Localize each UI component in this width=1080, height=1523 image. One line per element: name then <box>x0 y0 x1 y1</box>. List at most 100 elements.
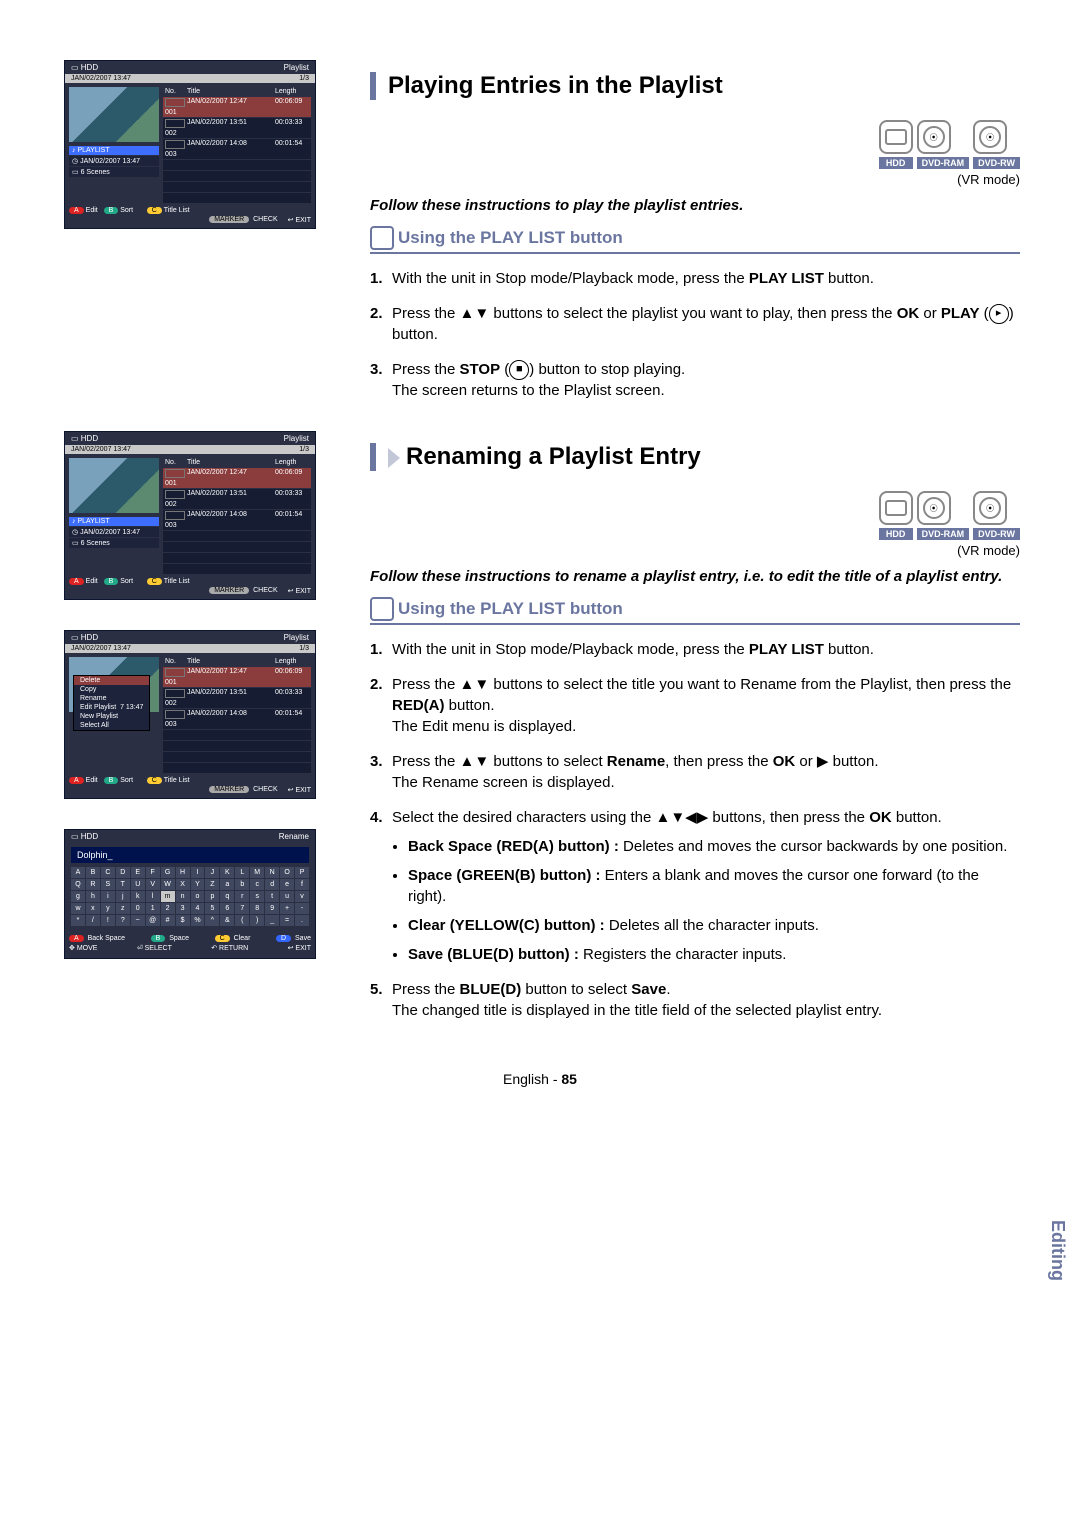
kb-key: ! <box>101 915 115 926</box>
kb-key: P <box>295 867 309 878</box>
vr-mode-note: (VR mode) <box>957 543 1020 558</box>
bullet: Save (BLUE(D) button) : Registers the ch… <box>408 944 1020 965</box>
dvd-rw-icon: ⦿ <box>973 120 1007 154</box>
kb-key: U <box>131 879 145 890</box>
kb-key: l <box>146 891 160 902</box>
kb-key: ? <box>116 915 130 926</box>
kb-key: f <box>295 879 309 890</box>
subsection-title: Using the PLAY LIST button <box>370 593 1020 625</box>
kb-key: ) <box>250 915 264 926</box>
kb-key: r <box>235 891 249 902</box>
osd-playlist-screen-1: ▭ HDD Playlist JAN/02/2007 13:47 1/3 ♪ P… <box>64 60 316 229</box>
kb-key: + <box>280 903 294 914</box>
kb-key: z <box>116 903 130 914</box>
kb-key: F <box>146 867 160 878</box>
kb-key: - <box>295 903 309 914</box>
ctx-item: New Playlist <box>74 712 149 721</box>
dvd-rw-icon: ⦿ <box>973 491 1007 525</box>
kb-key: _ <box>265 915 279 926</box>
osd-playlist-screen-2: ▭ HDD Playlist JAN/02/2007 13:471/3 ♪ PL… <box>64 431 316 600</box>
kb-key: D <box>116 867 130 878</box>
kb-key: p <box>205 891 219 902</box>
kb-key: d <box>265 879 279 890</box>
kb-key: x <box>86 903 100 914</box>
kb-key: * <box>71 915 85 926</box>
kb-key: . <box>295 915 309 926</box>
section-lead: Follow these instructions to play the pl… <box>370 197 1020 214</box>
ctx-item: Delete <box>74 676 149 685</box>
kb-key: 8 <box>250 903 264 914</box>
kb-key: H <box>176 867 190 878</box>
osd-playlist-contextmenu: ▭ HDD Playlist JAN/02/2007 13:471/3 ♪ PL… <box>64 630 316 799</box>
side-tab-editing: Editing <box>1047 1220 1068 1281</box>
kb-key: N <box>265 867 279 878</box>
dvd-ram-icon: ⦿ <box>917 491 951 525</box>
kb-key: h <box>86 891 100 902</box>
rename-label: Rename <box>279 832 309 841</box>
kb-key: T <box>116 879 130 890</box>
kb-key: 0 <box>131 903 145 914</box>
subsection-title: Using the PLAY LIST button <box>370 222 1020 254</box>
kb-key: e <box>280 879 294 890</box>
kb-key: X <box>176 879 190 890</box>
kb-key: = <box>280 915 294 926</box>
kb-key: w <box>71 903 85 914</box>
kb-key: % <box>191 915 205 926</box>
kb-key: M <box>250 867 264 878</box>
table-row: 001JAN/02/2007 12:4700:06:09 <box>163 97 311 117</box>
ctx-item: Edit Playlist 7 13:47 <box>74 703 149 712</box>
kb-key: k <box>131 891 145 902</box>
step: 4. Select the desired characters using t… <box>370 807 1020 965</box>
osd-hdd: HDD <box>81 63 98 72</box>
kb-key: J <box>205 867 219 878</box>
kb-key: K <box>220 867 234 878</box>
bullet: Space (GREEN(B) button) : Enters a blank… <box>408 865 1020 907</box>
kb-key: u <box>280 891 294 902</box>
kb-key: c <box>250 879 264 890</box>
kb-key: E <box>131 867 145 878</box>
kb-key: S <box>101 879 115 890</box>
hdd-icon <box>879 491 913 525</box>
step: 1. With the unit in Stop mode/Playback m… <box>370 268 1020 289</box>
kb-key: q <box>220 891 234 902</box>
osd-sub-page: 1/3 <box>299 75 309 82</box>
kb-key: m <box>161 891 175 902</box>
kb-key: ~ <box>131 915 145 926</box>
kb-key: 9 <box>265 903 279 914</box>
table-row: 002JAN/02/2007 13:5100:03:33 <box>163 118 311 138</box>
hdd-icon <box>879 120 913 154</box>
kb-key: W <box>161 879 175 890</box>
kb-key: Z <box>205 879 219 890</box>
kb-key: B <box>86 867 100 878</box>
table-row: 003JAN/02/2007 14:0800:01:54 <box>163 139 311 159</box>
kb-key: ( <box>235 915 249 926</box>
kb-key: Q <box>71 879 85 890</box>
kb-key: # <box>161 915 175 926</box>
kb-key: 5 <box>205 903 219 914</box>
kb-key: / <box>86 915 100 926</box>
media-compat-icons: HDD ⦿ DVD-RAM ⦿ DVD-RW (VR mode) <box>370 491 1020 558</box>
section-title-renaming: Renaming a Playlist Entry <box>370 443 1020 471</box>
kb-key: 2 <box>161 903 175 914</box>
osd-sub-date: JAN/02/2007 13:47 <box>71 75 131 82</box>
kb-key: @ <box>146 915 160 926</box>
kb-key: I <box>191 867 205 878</box>
kb-key: 3 <box>176 903 190 914</box>
kb-key: A <box>71 867 85 878</box>
kb-key: & <box>220 915 234 926</box>
osd-playlist-label: Playlist <box>284 63 309 72</box>
step: 2. Press the ▲▼ buttons to select the ti… <box>370 674 1020 737</box>
kb-key: j <box>116 891 130 902</box>
osd-thumbnail <box>69 87 159 142</box>
bullet: Back Space (RED(A) button) : Deletes and… <box>408 836 1020 857</box>
ctx-item: Rename <box>74 694 149 703</box>
ctx-item: Select All <box>74 721 149 730</box>
kb-key: $ <box>176 915 190 926</box>
kb-key: b <box>235 879 249 890</box>
kb-key: i <box>101 891 115 902</box>
kb-key: Y <box>191 879 205 890</box>
step: 3. Press the ▲▼ buttons to select Rename… <box>370 751 1020 793</box>
kb-key: t <box>265 891 279 902</box>
osd-rename-keyboard: ▭ HDD Rename Dolphin_ ABCDEFGHIJKLMNOPQR… <box>64 829 316 959</box>
play-icon: ▸ <box>989 304 1009 324</box>
